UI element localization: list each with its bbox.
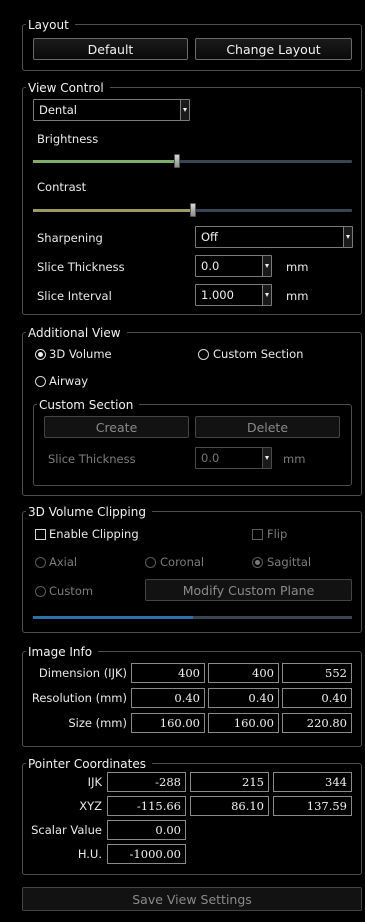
slice-thickness-unit: mm xyxy=(286,260,309,274)
chevron-down-icon xyxy=(262,256,271,276)
slice-interval-value: 1.000 xyxy=(201,288,234,302)
info-value: 0.40 xyxy=(282,688,352,708)
info-value: 160.00 xyxy=(208,713,279,733)
info-value: 400 xyxy=(208,663,279,683)
scalar-value: 0.00 xyxy=(107,820,186,840)
clipping-title: 3D Volume Clipping xyxy=(26,504,152,520)
modify-custom-plane-button[interactable]: Modify Custom Plane xyxy=(145,579,352,601)
chevron-down-icon xyxy=(262,448,271,468)
custom-slice-thickness-label: Slice Thickness xyxy=(48,452,136,466)
delete-button[interactable]: Delete xyxy=(195,416,340,438)
coronal-label[interactable]: Coronal xyxy=(160,555,204,569)
custom-section-title: Custom Section xyxy=(37,397,140,413)
create-button[interactable]: Create xyxy=(44,416,189,438)
preset-select[interactable]: Dental xyxy=(33,99,190,121)
layout-group-title: Layout xyxy=(26,17,75,33)
sagittal-radio[interactable] xyxy=(252,557,263,568)
contrast-slider[interactable] xyxy=(33,203,352,217)
save-view-settings-button[interactable]: Save View Settings xyxy=(22,887,362,911)
ijk-i-value: -288 xyxy=(107,772,186,792)
flip-checkbox[interactable] xyxy=(252,529,263,540)
chevron-down-icon xyxy=(180,100,189,120)
contrast-slider-handle[interactable] xyxy=(189,203,196,217)
sharpening-select[interactable]: Off xyxy=(195,226,353,248)
slice-thickness-select[interactable]: 0.0 xyxy=(195,255,272,277)
contrast-slider-fill xyxy=(33,209,193,212)
info-row-label: Size (mm) xyxy=(68,716,127,730)
view-control-title: View Control xyxy=(26,80,110,96)
coronal-radio[interactable] xyxy=(145,557,156,568)
clipping-position-fill xyxy=(33,616,193,619)
sharpening-label: Sharpening xyxy=(37,231,103,245)
custom-slice-thickness-value: 0.0 xyxy=(201,451,220,465)
hu-label: H.U. xyxy=(77,847,102,861)
ijk-j-value: 215 xyxy=(190,772,269,792)
info-value: 220.80 xyxy=(282,713,352,733)
info-value: 0.40 xyxy=(131,688,205,708)
flip-label[interactable]: Flip xyxy=(267,527,287,541)
xyz-z-value: 137.59 xyxy=(273,796,352,816)
layout-group: Layout Default Change Layout xyxy=(22,17,362,71)
info-value: 552 xyxy=(282,663,352,683)
slice-thickness-label: Slice Thickness xyxy=(37,260,125,274)
3d-volume-label[interactable]: 3D Volume xyxy=(49,347,112,361)
chevron-down-icon xyxy=(262,285,271,305)
clipping-position-bar[interactable] xyxy=(33,616,352,619)
sharpening-value: Off xyxy=(201,230,218,244)
custom-section-label[interactable]: Custom Section xyxy=(213,347,303,361)
additional-view-group: Additional View 3D Volume Custom Section… xyxy=(22,325,362,496)
xyz-label: XYZ xyxy=(79,799,102,813)
image-info-title: Image Info xyxy=(26,644,99,660)
custom-section-radio[interactable] xyxy=(198,349,209,360)
preset-value: Dental xyxy=(39,103,77,117)
additional-view-title: Additional View xyxy=(26,325,127,341)
hu-value: -1000.00 xyxy=(107,844,186,864)
xyz-x-value: -115.66 xyxy=(107,796,186,816)
enable-clipping-label[interactable]: Enable Clipping xyxy=(49,527,139,541)
info-value: 0.40 xyxy=(208,688,279,708)
info-row-label: Resolution (mm) xyxy=(31,691,127,705)
ijk-label: IJK xyxy=(87,775,102,789)
slice-interval-unit: mm xyxy=(286,289,309,303)
clipping-group: 3D Volume Clipping Enable Clipping Flip … xyxy=(22,504,362,633)
info-row-label: Dimension (IJK) xyxy=(38,666,127,680)
change-layout-button[interactable]: Change Layout xyxy=(195,38,352,60)
info-value: 160.00 xyxy=(131,713,205,733)
brightness-slider-handle[interactable] xyxy=(173,154,180,168)
scalar-value-label: Scalar Value xyxy=(31,823,102,837)
airway-label[interactable]: Airway xyxy=(49,374,88,388)
contrast-label: Contrast xyxy=(37,180,87,194)
enable-clipping-checkbox[interactable] xyxy=(35,529,46,540)
custom-plane-radio[interactable] xyxy=(35,586,46,597)
chevron-down-icon xyxy=(343,227,352,247)
ijk-k-value: 344 xyxy=(273,772,352,792)
slice-thickness-value: 0.0 xyxy=(201,259,220,273)
sagittal-label[interactable]: Sagittal xyxy=(267,555,311,569)
custom-slice-thickness-select[interactable]: 0.0 xyxy=(195,447,272,469)
image-info-group: Image Info Dimension (IJK) 400 400 552 R… xyxy=(22,644,362,747)
slice-interval-label: Slice Interval xyxy=(37,289,112,303)
brightness-slider[interactable] xyxy=(33,154,352,168)
xyz-y-value: 86.10 xyxy=(190,796,269,816)
pointer-coordinates-group: Pointer Coordinates IJK -288 215 344 XYZ… xyxy=(22,756,362,875)
axial-radio[interactable] xyxy=(35,557,46,568)
custom-slice-thickness-unit: mm xyxy=(283,452,306,466)
default-layout-button[interactable]: Default xyxy=(33,38,188,60)
3d-volume-radio[interactable] xyxy=(35,349,46,360)
pointer-coordinates-title: Pointer Coordinates xyxy=(26,756,152,772)
airway-radio[interactable] xyxy=(35,376,46,387)
axial-label[interactable]: Axial xyxy=(49,555,77,569)
view-control-group: View Control Dental Brightness Contrast … xyxy=(22,80,362,315)
slice-interval-select[interactable]: 1.000 xyxy=(195,284,272,306)
custom-section-group: Custom Section Create Delete Slice Thick… xyxy=(33,397,352,486)
custom-plane-label[interactable]: Custom xyxy=(49,584,93,598)
brightness-label: Brightness xyxy=(37,132,99,146)
brightness-slider-fill xyxy=(33,160,177,163)
info-value: 400 xyxy=(131,663,205,683)
